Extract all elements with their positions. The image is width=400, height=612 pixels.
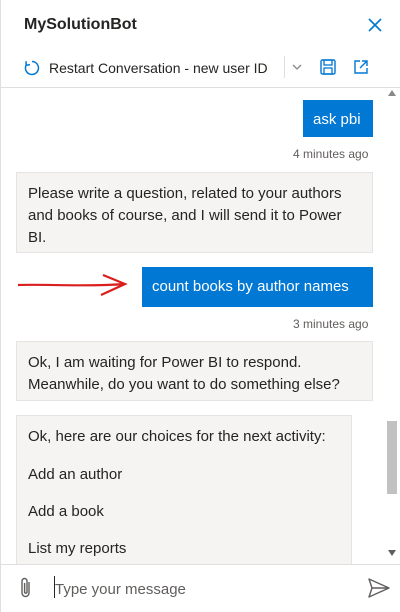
message-text: count books by author names (152, 278, 349, 295)
close-icon[interactable] (364, 14, 386, 36)
toolbar-divider (284, 56, 285, 78)
bot-title: MySolutionBot (24, 16, 137, 33)
message-text: ask pbi (313, 111, 361, 128)
save-icon[interactable] (319, 58, 337, 76)
scroll-down-icon[interactable] (388, 550, 396, 556)
title-bar: MySolutionBot (1, 0, 400, 50)
restart-conversation-button[interactable]: Restart Conversation - new user ID (23, 57, 268, 79)
chat-panel: MySolutionBot Restart Conversation - new… (0, 0, 400, 612)
message-text: Ok, I am waiting for Power BI to respond… (28, 354, 340, 393)
choice-list-my-reports[interactable]: List my reports (28, 540, 126, 557)
message-input[interactable] (53, 577, 357, 601)
message-text: Ok, here are our choices for the next ac… (28, 428, 326, 445)
message-timestamp: 4 minutes ago (293, 147, 369, 161)
chat-scrollbar[interactable] (385, 88, 399, 564)
paperclip-icon[interactable] (17, 576, 35, 600)
pop-out-icon[interactable] (352, 58, 370, 76)
chevron-down-icon[interactable] (290, 60, 304, 74)
choice-add-a-book[interactable]: Add a book (28, 503, 104, 520)
toolbar: Restart Conversation - new user ID (1, 50, 400, 88)
user-message: ask pbi (303, 100, 373, 137)
annotation-arrow (17, 274, 128, 296)
restart-conversation-label: Restart Conversation - new user ID (49, 60, 268, 76)
message-text: Please write a question, related to your… (28, 185, 342, 246)
choice-add-an-author[interactable]: Add an author (28, 466, 122, 483)
scrollbar-thumb[interactable] (387, 421, 397, 494)
bot-message: Ok, I am waiting for Power BI to respond… (16, 341, 373, 401)
composer (1, 564, 400, 612)
scroll-up-icon[interactable] (388, 90, 396, 96)
send-icon[interactable] (367, 577, 391, 599)
message-list[interactable]: ask pbi 4 minutes ago Please write a que… (1, 88, 385, 564)
message-timestamp: 3 minutes ago (293, 317, 369, 331)
user-message: count books by author names (142, 267, 373, 307)
text-cursor (54, 576, 55, 598)
bot-message: Please write a question, related to your… (16, 172, 373, 253)
refresh-icon (24, 60, 40, 76)
